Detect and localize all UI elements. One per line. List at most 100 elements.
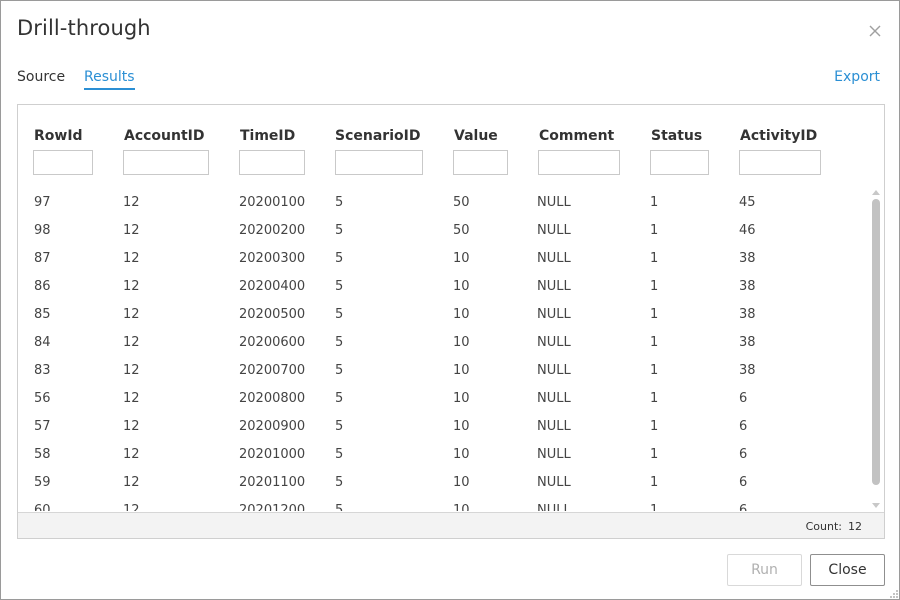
cell-rowid: 83 [34, 363, 51, 378]
filter-input-timeid[interactable] [239, 150, 305, 175]
cell-comment: NULL [537, 279, 571, 294]
column-header-rowid[interactable]: RowId [34, 128, 83, 144]
cell-value: 50 [453, 195, 470, 210]
table-row[interactable]: 59 12 20201100 5 10 NULL 1 6 [18, 469, 868, 497]
column-header-timeid[interactable]: TimeID [240, 128, 295, 144]
filter-input-scenarioid[interactable] [335, 150, 423, 175]
cell-comment: NULL [537, 307, 571, 322]
column-header-scenarioid[interactable]: ScenarioID [335, 128, 420, 144]
resize-grip-icon[interactable] [887, 587, 899, 599]
results-grid: RowId AccountID TimeID ScenarioID Value … [17, 104, 885, 539]
table-row[interactable]: 60 12 20201200 5 10 NULL 1 6 [18, 497, 868, 511]
table-row[interactable]: 58 12 20201000 5 10 NULL 1 6 [18, 441, 868, 469]
cell-activityid: 38 [739, 307, 756, 322]
cell-value: 10 [453, 251, 470, 266]
cell-comment: NULL [537, 503, 571, 511]
table-row[interactable]: 87 12 20200300 5 10 NULL 1 38 [18, 245, 868, 273]
dialog-title: Drill-through [17, 16, 151, 40]
cell-timeid: 20200900 [239, 419, 306, 434]
scroll-up-icon[interactable] [872, 190, 880, 195]
cell-rowid: 86 [34, 279, 51, 294]
cell-activityid: 38 [739, 251, 756, 266]
export-link[interactable]: Export [834, 68, 880, 86]
filter-input-rowid[interactable] [33, 150, 93, 175]
table-row[interactable]: 86 12 20200400 5 10 NULL 1 38 [18, 273, 868, 301]
table-row[interactable]: 83 12 20200700 5 10 NULL 1 38 [18, 357, 868, 385]
cell-comment: NULL [537, 475, 571, 490]
column-header-status[interactable]: Status [651, 128, 702, 144]
vertical-scrollbar[interactable] [869, 187, 883, 511]
table-body: 97 12 20200100 5 50 NULL 1 45 98 12 20200200 5 50 NUL… [18, 187, 868, 511]
table-row[interactable]: 98 12 20200200 5 50 NULL 1 46 [18, 217, 868, 245]
scrollbar-thumb[interactable] [872, 199, 880, 485]
cell-scenarioid: 5 [335, 475, 344, 490]
cell-timeid: 20200400 [239, 279, 306, 294]
cell-activityid: 38 [739, 363, 756, 378]
cell-value: 10 [453, 447, 470, 462]
tab-source[interactable]: Source [17, 68, 65, 86]
filter-input-value[interactable] [453, 150, 508, 175]
column-header-comment[interactable]: Comment [539, 128, 614, 144]
filter-input-status[interactable] [650, 150, 709, 175]
row-count-value: 12 [848, 520, 862, 533]
table-row[interactable]: 97 12 20200100 5 50 NULL 1 45 [18, 189, 868, 217]
cell-timeid: 20200100 [239, 195, 306, 210]
cell-activityid: 6 [739, 447, 748, 462]
cell-value: 10 [453, 363, 470, 378]
cell-accountid: 12 [123, 503, 140, 511]
cell-activityid: 45 [739, 195, 756, 210]
cell-timeid: 20201200 [239, 503, 306, 511]
cell-value: 10 [453, 391, 470, 406]
cell-scenarioid: 5 [335, 279, 344, 294]
table-row[interactable]: 85 12 20200500 5 10 NULL 1 38 [18, 301, 868, 329]
filter-input-activityid[interactable] [739, 150, 821, 175]
cell-rowid: 87 [34, 251, 51, 266]
cell-status: 1 [650, 279, 659, 294]
filter-input-comment[interactable] [538, 150, 620, 175]
cell-status: 1 [650, 307, 659, 322]
cell-status: 1 [650, 503, 659, 511]
cell-rowid: 84 [34, 335, 51, 350]
table-row[interactable]: 57 12 20200900 5 10 NULL 1 6 [18, 413, 868, 441]
cell-accountid: 12 [123, 419, 140, 434]
cell-status: 1 [650, 195, 659, 210]
cell-value: 50 [453, 223, 470, 238]
row-count-label: Count: [805, 520, 842, 533]
cell-status: 1 [650, 335, 659, 350]
cell-rowid: 98 [34, 223, 51, 238]
grid-footer: Count: 12 [18, 512, 884, 538]
cell-rowid: 58 [34, 447, 51, 462]
close-button[interactable]: Close [810, 554, 885, 586]
cell-scenarioid: 5 [335, 223, 344, 238]
row-count: Count: 12 [806, 520, 862, 533]
cell-timeid: 20200600 [239, 335, 306, 350]
cell-scenarioid: 5 [335, 391, 344, 406]
table-row[interactable]: 56 12 20200800 5 10 NULL 1 6 [18, 385, 868, 413]
cell-comment: NULL [537, 391, 571, 406]
cell-activityid: 6 [739, 475, 748, 490]
tab-results[interactable]: Results [84, 68, 135, 90]
cell-accountid: 12 [123, 447, 140, 462]
cell-timeid: 20200500 [239, 307, 306, 322]
cell-status: 1 [650, 391, 659, 406]
cell-rowid: 97 [34, 195, 51, 210]
column-header-accountid[interactable]: AccountID [124, 128, 205, 144]
close-icon[interactable] [865, 21, 885, 41]
cell-accountid: 12 [123, 279, 140, 294]
scroll-down-icon[interactable] [872, 503, 880, 508]
table-row[interactable]: 84 12 20200600 5 10 NULL 1 38 [18, 329, 868, 357]
cell-comment: NULL [537, 335, 571, 350]
cell-status: 1 [650, 475, 659, 490]
cell-scenarioid: 5 [335, 251, 344, 266]
cell-activityid: 46 [739, 223, 756, 238]
filter-input-accountid[interactable] [123, 150, 209, 175]
cell-status: 1 [650, 447, 659, 462]
cell-accountid: 12 [123, 251, 140, 266]
cell-timeid: 20200700 [239, 363, 306, 378]
cell-activityid: 38 [739, 279, 756, 294]
cell-rowid: 85 [34, 307, 51, 322]
column-header-activityid[interactable]: ActivityID [740, 128, 817, 144]
run-button[interactable]: Run [727, 554, 802, 586]
column-header-value[interactable]: Value [454, 128, 498, 144]
cell-accountid: 12 [123, 363, 140, 378]
